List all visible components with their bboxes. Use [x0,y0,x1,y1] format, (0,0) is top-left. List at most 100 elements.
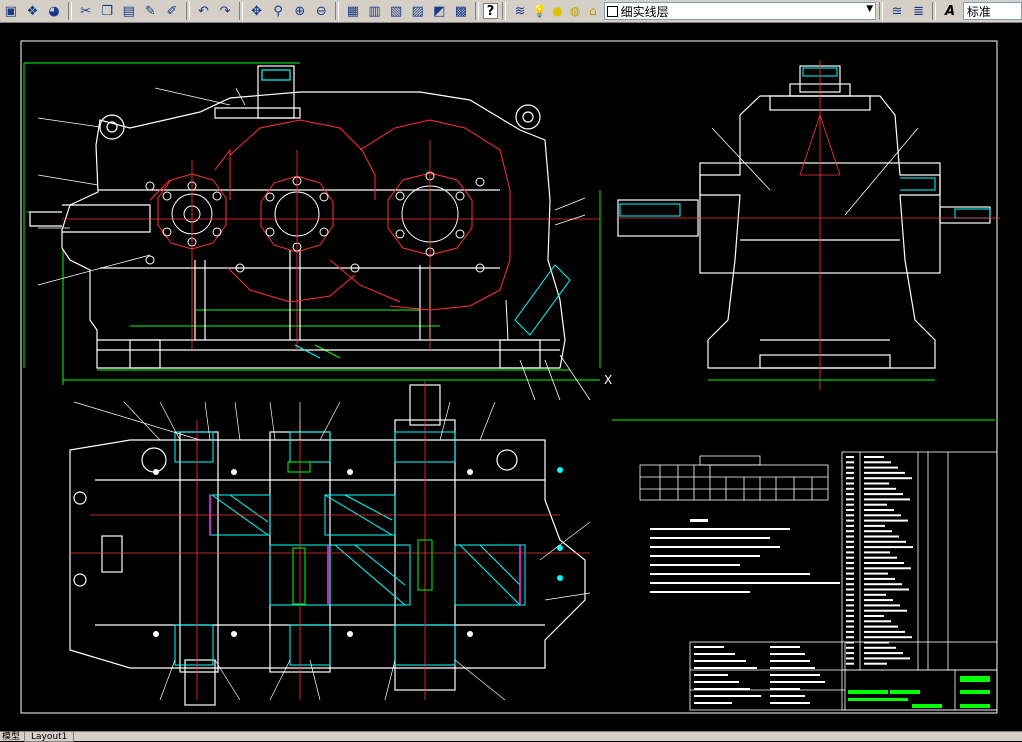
parts-list-row-index [846,599,854,602]
parts-list-row [864,567,911,570]
sheet-set-icon[interactable]: ▨ [408,1,428,21]
parts-list-row [864,551,890,554]
paste-icon[interactable]: ▤ [119,1,139,21]
parts-list-row-index [846,556,854,559]
text-style-value: 标准 [966,4,991,19]
parts-list-row-index [846,466,854,469]
drawing-canvas[interactable]: X [0,23,1022,731]
layer-previous-icon[interactable]: ≊ [887,1,907,21]
sun-icon[interactable]: ● [550,3,566,19]
layer-color-swatch [606,5,618,17]
layer-manager-icon[interactable]: ▣ [1,1,21,21]
parts-list-row-index [846,551,854,554]
copy-icon[interactable]: ❐ [97,1,117,21]
toolbar-separator [67,2,72,20]
parts-list-row-index [846,524,854,527]
parts-list-row-index [846,615,854,617]
title-block-row [770,674,820,676]
parts-list-row [864,646,896,649]
parts-list-row [864,556,897,559]
parts-list-row [864,562,904,564]
parts-list-row-index [846,646,854,649]
parts-list-row-index [846,503,854,506]
zoom-realtime-icon[interactable]: ⚲ [268,1,288,21]
undo-icon[interactable]: ↶ [194,1,214,21]
parts-list-row [864,487,896,490]
calculator-icon[interactable]: ▩ [451,1,471,21]
parts-list-row [864,604,900,607]
text-style-icon[interactable]: A [940,1,960,21]
design-center-icon[interactable]: ▥ [365,1,385,21]
plot-icon[interactable]: ❖ [23,1,43,21]
parts-list-row [864,509,894,511]
parts-list-row [864,652,903,655]
tool-palettes-icon[interactable]: ▧ [386,1,406,21]
parts-list-row [864,577,895,580]
chevron-down-icon[interactable]: ▼ [866,4,873,14]
title-block-row [770,667,815,669]
zoom-previous-icon[interactable]: ⊖ [312,1,332,21]
toolbar-separator [335,2,340,20]
parts-list-row [864,593,886,596]
toolbar-separator [932,2,937,20]
status-bar: 模型 Layout1 [0,731,1022,742]
parts-list-row-index [846,657,854,660]
publish-icon[interactable]: ◕ [44,1,64,21]
parts-list-row-index [846,567,854,570]
parts-list-row [864,572,888,575]
layer-dropdown[interactable]: 细实线层 ▼ [603,2,877,20]
parts-list-row [864,530,892,533]
parts-list-row-index [846,604,854,607]
title-block-row [770,646,800,648]
help-icon[interactable]: ? [482,3,499,19]
parts-list-row [864,583,902,586]
parts-list-row-index [846,530,854,533]
pan-icon[interactable]: ✥ [247,1,267,21]
cut-icon[interactable]: ✂ [76,1,96,21]
standard-toolbar: ▣ ❖ ◕ ✂ ❐ ▤ ✎ ✐ ↶ ↷ ✥ ⚲ ⊕ ⊖ ▦ ▥ ▧ ▨ ◩ ▩ … [0,0,1022,23]
viewport-freeze-icon[interactable]: ◍ [567,3,583,19]
properties-icon[interactable]: ▦ [343,1,363,21]
title-block-row [694,646,724,648]
layer-dropdown-value: 细实线层 [620,4,669,19]
parts-list-row [864,588,909,591]
parts-list-row [864,498,910,501]
redo-icon[interactable]: ↷ [215,1,235,21]
title-block-row [694,660,746,662]
zoom-window-icon[interactable]: ⊕ [290,1,310,21]
parts-list-row [864,524,885,527]
parts-list-row-index [846,625,854,628]
title-block-row [694,674,728,676]
toolbar-separator [879,2,884,20]
title-block-row [694,688,750,690]
parts-list-row-index [846,562,854,564]
layer-states-icon[interactable]: ≣ [909,1,929,21]
parts-list-row-index [846,588,854,591]
parts-list-row-index [846,620,854,623]
parts-list-row [864,662,887,665]
parts-list-row [864,514,901,517]
parts-list-row-index [846,514,854,517]
block-editor-icon[interactable]: ✐ [162,1,182,21]
lock-icon[interactable]: ⌂ [585,3,601,19]
parts-list-row [864,493,903,496]
lightbulb-icon[interactable]: 💡 [532,3,548,19]
text-style-dropdown[interactable]: 标准 [962,2,1022,20]
parts-list-row [864,620,891,623]
parts-list-row [864,641,889,644]
parts-list-row-index [846,482,854,485]
markup-icon[interactable]: ◩ [430,1,450,21]
parts-list-row [864,461,891,464]
layers-stack-icon[interactable]: ≋ [510,1,530,21]
title-block-row [694,667,757,669]
parts-list-row-index [846,593,854,596]
parts-list-row [864,540,906,543]
parts-list-row [864,503,887,506]
parts-list-row-index [846,572,854,575]
parts-list-row [864,657,910,660]
parts-list-row [864,599,893,602]
match-properties-icon[interactable]: ✎ [141,1,161,21]
title-block-row [694,695,761,697]
parts-list-row-index [846,471,854,474]
parts-list-row-index [846,641,854,644]
